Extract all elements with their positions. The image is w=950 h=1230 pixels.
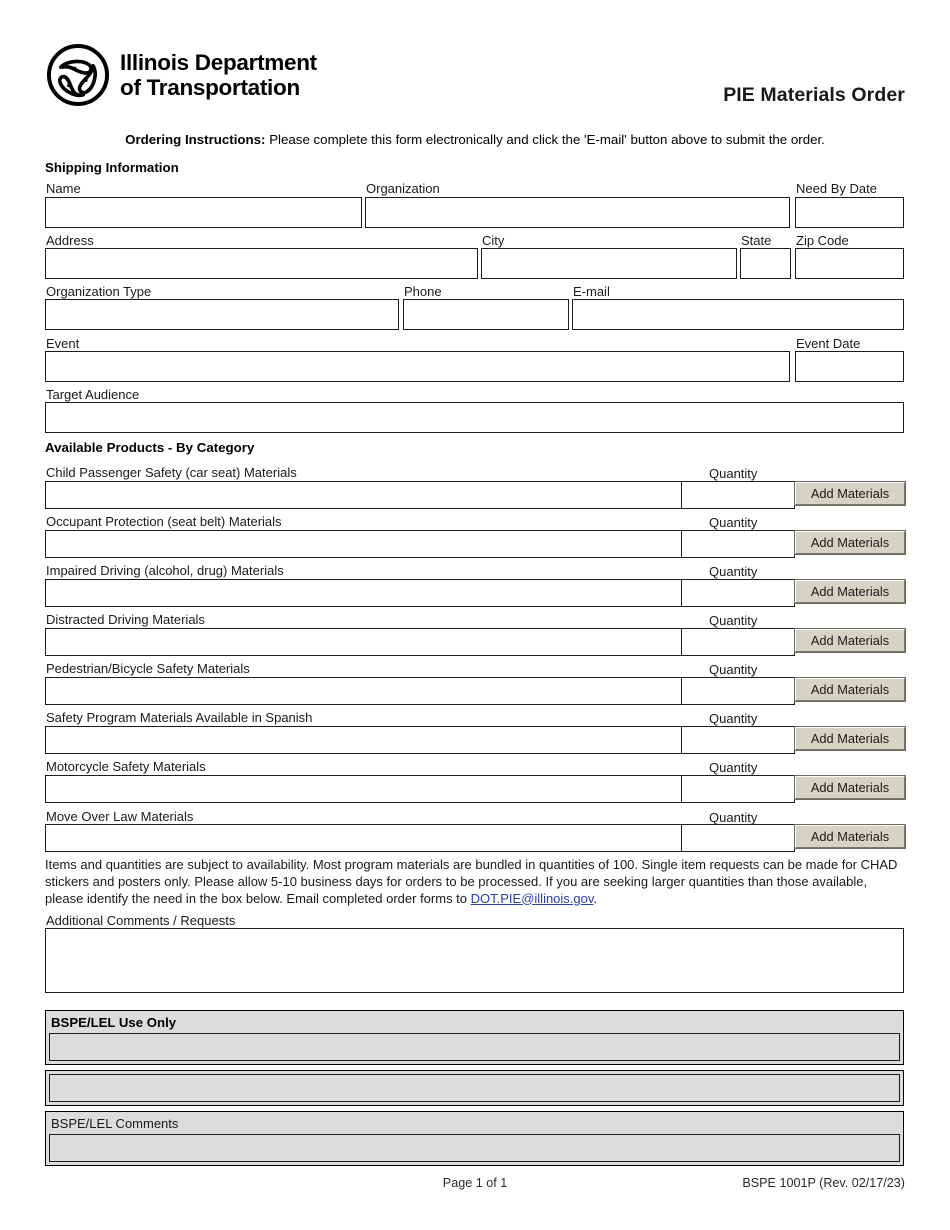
add-materials-button-5[interactable]: Add Materials	[795, 678, 905, 701]
organization-type-field[interactable]	[45, 299, 399, 330]
availability-notice-period: .	[593, 890, 598, 906]
bspe-lel-row1-field[interactable]	[49, 1033, 900, 1061]
additional-comments-field[interactable]	[45, 928, 904, 993]
add-materials-button-3[interactable]: Add Materials	[795, 580, 905, 603]
ordering-instructions: Ordering Instructions: Please complete t…	[45, 132, 905, 148]
label-target-audience: Target Audience	[46, 387, 140, 402]
add-materials-button-7[interactable]: Add Materials	[795, 776, 905, 799]
page-header: Illinois Department of Transportation PI…	[45, 42, 905, 122]
add-materials-button-6[interactable]: Add Materials	[795, 727, 905, 750]
label-quantity-3: Quantity	[709, 564, 758, 579]
label-event: Event	[46, 336, 80, 351]
target-audience-field[interactable]	[45, 402, 904, 433]
bspe-lel-row2-field[interactable]	[49, 1074, 900, 1102]
bspe-lel-panel-2	[45, 1070, 904, 1106]
add-materials-button-1[interactable]: Add Materials	[795, 482, 905, 505]
materials-field-1[interactable]	[45, 481, 682, 509]
label-additional-comments: Additional Comments / Requests	[46, 913, 236, 928]
quantity-field-5[interactable]	[681, 677, 795, 705]
label-category-distracted-driving: Distracted Driving Materials	[46, 612, 205, 627]
quantity-field-2[interactable]	[681, 530, 795, 558]
materials-field-6[interactable]	[45, 726, 682, 754]
footer-form-number: BSPE 1001P (Rev. 02/17/23)	[742, 1176, 905, 1190]
label-event-date: Event Date	[796, 336, 861, 351]
label-category-spanish-materials: Safety Program Materials Available in Sp…	[46, 710, 313, 725]
event-date-field[interactable]	[795, 351, 904, 382]
shipping-information-heading: Shipping Information	[45, 160, 179, 175]
agency-logo: Illinois Department of Transportation	[45, 42, 317, 108]
add-materials-button-4[interactable]: Add Materials	[795, 629, 905, 652]
bspe-lel-heading: BSPE/LEL Use Only	[51, 1015, 177, 1030]
bspe-lel-panel: BSPE/LEL Use Only	[45, 1010, 904, 1065]
bspe-lel-comments-field[interactable]	[49, 1134, 900, 1162]
materials-field-3[interactable]	[45, 579, 682, 607]
materials-field-4[interactable]	[45, 628, 682, 656]
need-by-date-field[interactable]	[795, 197, 904, 228]
label-category-occupant-protection: Occupant Protection (seat belt) Material…	[46, 514, 282, 529]
label-state: State	[741, 233, 772, 248]
label-quantity-1: Quantity	[709, 466, 758, 481]
form-page: Illinois Department of Transportation PI…	[0, 0, 950, 1230]
label-email: E-mail	[573, 284, 610, 299]
ordering-instructions-lead: Ordering Instructions:	[125, 132, 266, 147]
quantity-field-7[interactable]	[681, 775, 795, 803]
ordering-instructions-text: Please complete this form electronically…	[269, 132, 825, 147]
label-city: City	[482, 233, 505, 248]
footer-page-number: Page 1 of 1	[442, 1176, 508, 1190]
materials-field-7[interactable]	[45, 775, 682, 803]
materials-field-8[interactable]	[45, 824, 682, 852]
label-zip-code: Zip Code	[796, 233, 849, 248]
label-category-pedestrian-bicycle-safety: Pedestrian/Bicycle Safety Materials	[46, 661, 250, 676]
label-organization: Organization	[366, 181, 440, 196]
label-quantity-8: Quantity	[709, 810, 758, 825]
label-name: Name	[46, 181, 81, 196]
available-products-heading: Available Products - By Category	[45, 440, 255, 455]
label-quantity-6: Quantity	[709, 711, 758, 726]
phone-field[interactable]	[403, 299, 569, 330]
name-field[interactable]	[45, 197, 362, 228]
idot-triskelion-logo-icon	[46, 43, 110, 107]
pie-email-link[interactable]: DOT.PIE@illinois.gov	[471, 891, 594, 906]
agency-name-line1: Illinois Department	[120, 50, 317, 75]
quantity-field-4[interactable]	[681, 628, 795, 656]
label-phone: Phone	[404, 284, 442, 299]
materials-field-5[interactable]	[45, 677, 682, 705]
label-category-motorcycle-safety: Motorcycle Safety Materials	[46, 759, 206, 774]
materials-field-2[interactable]	[45, 530, 682, 558]
label-category-impaired-driving: Impaired Driving (alcohol, drug) Materia…	[46, 563, 284, 578]
add-materials-button-2[interactable]: Add Materials	[795, 531, 905, 554]
event-field[interactable]	[45, 351, 790, 382]
agency-name-line2: of Transportation	[120, 75, 300, 100]
label-organization-type: Organization Type	[46, 284, 152, 299]
label-quantity-2: Quantity	[709, 515, 758, 530]
city-field[interactable]	[481, 248, 737, 279]
bspe-lel-comments-label: BSPE/LEL Comments	[51, 1116, 179, 1131]
quantity-field-6[interactable]	[681, 726, 795, 754]
quantity-field-8[interactable]	[681, 824, 795, 852]
label-need-by-date: Need By Date	[796, 181, 877, 196]
state-field[interactable]	[740, 248, 791, 279]
bspe-lel-section: BSPE/LEL Use Only BSPE/LEL Comments	[45, 1010, 904, 1166]
label-quantity-4: Quantity	[709, 613, 758, 628]
add-materials-button-8[interactable]: Add Materials	[795, 825, 905, 848]
quantity-field-3[interactable]	[681, 579, 795, 607]
label-quantity-5: Quantity	[709, 662, 758, 677]
address-field[interactable]	[45, 248, 478, 279]
quantity-field-1[interactable]	[681, 481, 795, 509]
agency-name: Illinois Department of Transportation	[120, 50, 317, 100]
email-field[interactable]	[572, 299, 904, 330]
availability-notice: Items and quantities are subject to avai…	[45, 857, 905, 907]
zip-code-field[interactable]	[795, 248, 904, 279]
label-category-move-over-law: Move Over Law Materials	[46, 809, 194, 824]
label-category-child-passenger-safety: Child Passenger Safety (car seat) Materi…	[46, 465, 297, 480]
bspe-lel-comments-panel: BSPE/LEL Comments	[45, 1111, 904, 1166]
label-address: Address	[46, 233, 94, 248]
page-title: PIE Materials Order	[723, 84, 905, 106]
label-quantity-7: Quantity	[709, 760, 758, 775]
organization-field[interactable]	[365, 197, 790, 228]
